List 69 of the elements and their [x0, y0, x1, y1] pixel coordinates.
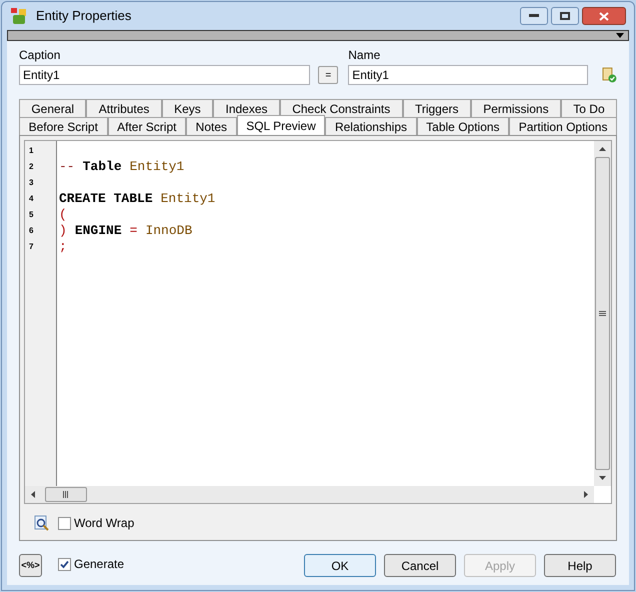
maximize-button[interactable] — [551, 7, 579, 25]
magnifier-icon[interactable] — [34, 515, 50, 531]
scroll-up-icon[interactable] — [599, 147, 606, 151]
minimize-button[interactable] — [520, 7, 548, 25]
checkbox-label: Generate — [74, 556, 124, 573]
document-check-icon[interactable] — [601, 67, 617, 83]
code-token: Entity1 — [160, 191, 216, 207]
code-token: CREATE TABLE — [59, 191, 153, 207]
tab[interactable]: Before Script — [19, 117, 108, 135]
dialog-button[interactable]: Help — [544, 554, 616, 577]
code-token: Entity1 — [130, 159, 184, 175]
tab[interactable]: General — [19, 99, 86, 117]
field-label: Caption — [19, 47, 62, 64]
vertical-scrollbar[interactable] — [594, 141, 611, 486]
code-token: = — [130, 223, 138, 239]
code-token: ENGINE — [74, 223, 122, 239]
close-button[interactable] — [582, 7, 626, 25]
code-token: ( — [59, 207, 67, 223]
scroll-right-icon[interactable] — [584, 491, 588, 498]
code-editor[interactable]: 1 2 3 4 5 6 7 -- Table Entity1 CREATE TABLE Entity1 ( ) ENGINE = InnoDB ; — [24, 140, 612, 504]
line-number: 7 — [28, 241, 34, 253]
field-label: Name — [348, 47, 382, 64]
line-number: 6 — [28, 225, 34, 237]
checkbox[interactable] — [58, 558, 71, 570]
dialog-button[interactable]: OK — [304, 554, 376, 577]
code-token: ; — [59, 239, 67, 255]
check-icon — [60, 560, 69, 568]
tab[interactable]: Indexes — [213, 99, 280, 117]
checkbox-label: Word Wrap — [74, 515, 134, 532]
scrollbar-thumb[interactable] — [45, 487, 87, 502]
tab[interactable]: Attributes — [86, 99, 162, 117]
horizontal-scrollbar[interactable] — [25, 486, 594, 503]
tab[interactable]: Partition Options — [509, 117, 618, 135]
line-number: 5 — [28, 209, 34, 221]
window-title: Entity Properties — [36, 7, 132, 26]
code-token: InnoDB — [145, 223, 192, 239]
line-number: 3 — [28, 177, 34, 189]
close-icon — [599, 12, 609, 20]
template-button[interactable]: <%> — [19, 554, 42, 577]
tab[interactable]: Check Constraints — [280, 99, 403, 117]
code-token: Table — [82, 159, 122, 175]
dialog-button[interactable]: Cancel — [384, 554, 456, 577]
caption-field[interactable]: Entity1 — [19, 65, 310, 85]
line-number: 1 — [28, 145, 34, 157]
checkbox[interactable] — [58, 516, 71, 530]
line-number: 2 — [28, 161, 34, 173]
tab[interactable]: Triggers — [402, 99, 471, 117]
tab[interactable]: Notes — [186, 117, 237, 135]
app-icon — [10, 7, 28, 25]
tab[interactable]: To Do — [560, 99, 617, 117]
dropdown-arrow-icon — [616, 33, 624, 38]
grip-icon — [599, 310, 606, 316]
tab[interactable]: Permissions — [470, 99, 561, 117]
maximize-icon — [560, 12, 570, 20]
grip-icon — [63, 491, 69, 498]
tab[interactable]: Keys — [162, 99, 214, 117]
code-token: -- — [59, 159, 75, 175]
code-token: ) — [59, 223, 67, 239]
tab[interactable]: After Script — [108, 117, 186, 135]
scroll-left-icon[interactable] — [31, 491, 35, 498]
tab[interactable]: Table Options — [416, 117, 510, 135]
scrollbar-thumb[interactable] — [595, 157, 610, 470]
tab[interactable]: Relationships — [325, 117, 417, 135]
copy-button[interactable]: = — [318, 66, 338, 84]
tab[interactable]: SQL Preview — [236, 115, 326, 135]
scroll-down-icon[interactable] — [599, 476, 606, 480]
minimize-icon — [529, 14, 539, 18]
line-number: 4 — [28, 193, 34, 205]
name-field[interactable]: Entity1 — [348, 65, 588, 85]
